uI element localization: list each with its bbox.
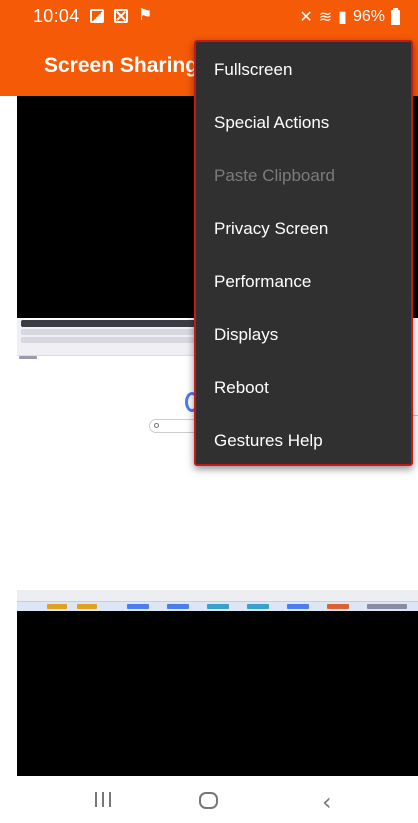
notification-icons: ⚑ — [90, 8, 152, 24]
menu-item-reboot[interactable]: Reboot — [196, 362, 411, 414]
menu-item-special-actions[interactable]: Special Actions — [196, 97, 411, 149]
close-box-icon — [114, 9, 128, 23]
menu-item-performance[interactable]: Performance — [196, 256, 411, 308]
gallery-icon — [90, 9, 104, 23]
menu-item-fullscreen[interactable]: Fullscreen — [196, 44, 411, 96]
screen: 10:04 ⚑ ✕ ≋ ▮ 96% Screen Sharing ‹ Fulls… — [0, 0, 418, 823]
battery-icon — [391, 7, 400, 25]
back-icon[interactable]: ‹ — [322, 788, 332, 816]
status-time: 10:04 — [33, 6, 80, 26]
remote-screen-bottom[interactable] — [17, 590, 418, 776]
menu-item-displays[interactable]: Displays — [196, 309, 411, 361]
app-title: Screen Sharing — [44, 54, 199, 77]
status-bar: 10:04 ⚑ ✕ ≋ ▮ 96% — [0, 0, 418, 32]
remote-screen-gap — [17, 494, 418, 590]
menu-item-paste-clipboard: Paste Clipboard — [214, 166, 335, 185]
recents-icon[interactable] — [95, 792, 111, 807]
menu-item-privacy-screen[interactable]: Privacy Screen — [196, 203, 411, 255]
navigation-bar: ‹ — [0, 776, 418, 823]
menu-item-gestures-help[interactable]: Gestures Help — [196, 415, 411, 467]
remote-menu-strip — [17, 590, 418, 602]
flag-icon: ⚑ — [138, 7, 153, 24]
wifi-icon: ≋ — [318, 9, 333, 26]
system-icons: ✕ ≋ ▮ 96% — [299, 7, 400, 27]
overflow-menu: Fullscreen Special Actions Paste Clipboa… — [194, 40, 413, 466]
battery-percent: 96% — [352, 8, 385, 25]
mute-icon: ✕ — [299, 9, 313, 26]
signal-icon: ▮ — [338, 9, 347, 26]
home-icon[interactable] — [199, 792, 218, 809]
